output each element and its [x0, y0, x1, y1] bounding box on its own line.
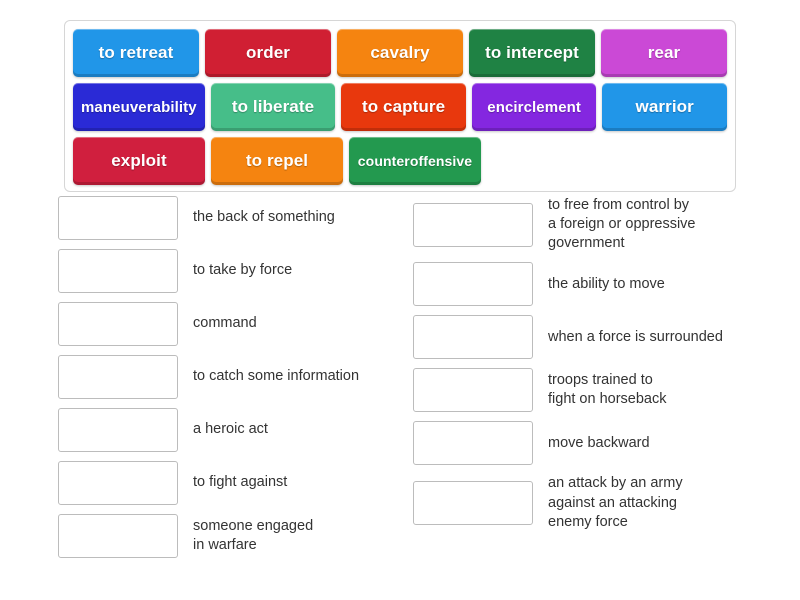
answer-row: the ability to move	[413, 262, 788, 307]
word-tile-rear[interactable]: rear	[601, 29, 727, 77]
definition-text: to free from control by a foreign or oppr…	[548, 197, 696, 252]
answer-column-left: the back of something to take by force c…	[58, 196, 398, 567]
drop-slot-left-2[interactable]	[58, 249, 178, 293]
answer-row: to take by force	[58, 249, 398, 293]
word-tile-maneuverability[interactable]: maneuverability	[73, 83, 205, 131]
answer-row: to fight against	[58, 461, 398, 505]
answer-row: an attack by an army against an attacking…	[413, 474, 788, 531]
answer-row: a heroic act	[58, 408, 398, 452]
word-bank-row: to retreat order cavalry to intercept re…	[73, 29, 727, 77]
definition-text: to fight against	[193, 474, 288, 491]
drop-slot-right-5[interactable]	[413, 421, 533, 466]
drop-slot-right-6[interactable]	[413, 481, 533, 526]
word-tile-to-intercept[interactable]: to intercept	[469, 29, 595, 77]
answer-row: when a force is surrounded	[413, 315, 788, 360]
definition-text: when a force is surrounded	[548, 328, 723, 345]
answer-row: to free from control by a foreign or oppr…	[413, 196, 788, 253]
definition-text: the back of something	[193, 209, 335, 226]
word-bank-row: exploit to repel counteroffensive	[73, 137, 727, 185]
word-tile-to-liberate[interactable]: to liberate	[210, 83, 336, 131]
drop-slot-left-6[interactable]	[58, 461, 178, 505]
drop-slot-left-3[interactable]	[58, 302, 178, 346]
drop-slot-right-3[interactable]	[413, 315, 533, 360]
definition-text: to catch some information	[193, 368, 360, 385]
definition-text: to take by force	[193, 262, 293, 279]
drop-slot-left-7[interactable]	[58, 514, 178, 558]
answer-row: move backward	[413, 421, 788, 466]
word-bank: to retreat order cavalry to intercept re…	[64, 20, 736, 192]
answer-row: troops trained to fight on horseback	[413, 368, 788, 413]
definition-text: command	[193, 315, 257, 332]
drop-slot-right-4[interactable]	[413, 368, 533, 413]
word-tile-warrior[interactable]: warrior	[602, 83, 727, 131]
word-tile-to-capture[interactable]: to capture	[341, 83, 466, 131]
answer-column-right: to free from control by a foreign or oppr…	[413, 196, 788, 541]
definition-text: move backward	[548, 434, 650, 451]
word-tile-counteroffensive[interactable]: counteroffensive	[349, 137, 481, 185]
definition-text: an attack by an army against an attacking…	[548, 475, 683, 530]
word-tile-to-retreat[interactable]: to retreat	[73, 29, 199, 77]
word-tile-exploit[interactable]: exploit	[73, 137, 205, 185]
answer-row: someone engaged in warfare	[58, 514, 398, 558]
answer-row: to catch some information	[58, 355, 398, 399]
drop-slot-left-1[interactable]	[58, 196, 178, 240]
word-bank-row: maneuverability to liberate to capture e…	[73, 83, 727, 131]
drop-slot-right-2[interactable]	[413, 262, 533, 307]
word-tile-to-repel[interactable]: to repel	[211, 137, 343, 185]
definition-text: someone engaged in warfare	[193, 517, 314, 553]
answer-row: command	[58, 302, 398, 346]
definition-text: the ability to move	[548, 275, 665, 292]
drop-slot-left-4[interactable]	[58, 355, 178, 399]
drop-slot-right-1[interactable]	[413, 202, 533, 247]
word-tile-encirclement[interactable]: encirclement	[471, 83, 597, 131]
drop-slot-left-5[interactable]	[58, 408, 178, 452]
definition-text: troops trained to fight on horseback	[548, 372, 667, 408]
answer-row: the back of something	[58, 196, 398, 240]
definition-text: a heroic act	[193, 421, 268, 438]
word-tile-cavalry[interactable]: cavalry	[337, 29, 463, 77]
word-tile-order[interactable]: order	[205, 29, 331, 77]
